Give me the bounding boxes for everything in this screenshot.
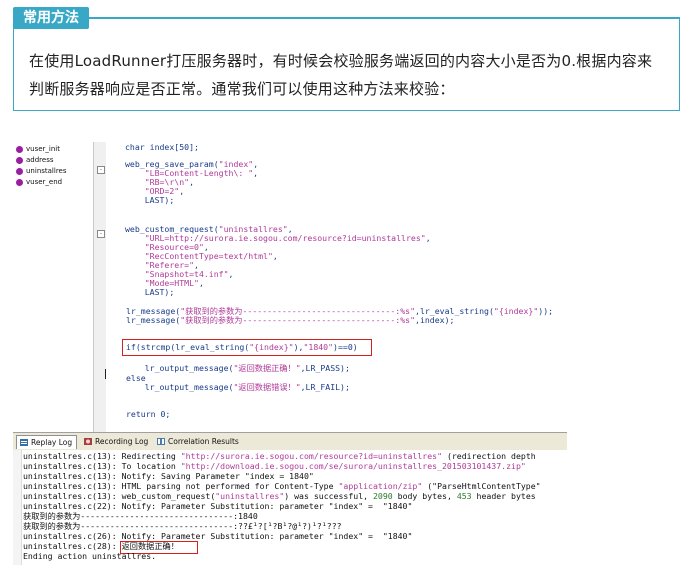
code-line: lr_output_message("返回数据错误！",LR_FAIL); xyxy=(144,382,350,392)
record-icon xyxy=(84,438,92,445)
tab-correlation-results[interactable]: Correlation Results xyxy=(154,435,243,448)
code-line: lr_message("获取到的参数为---------------------… xyxy=(126,315,455,325)
collapse-icon[interactable]: - xyxy=(97,230,105,238)
tree-item-vuser-end[interactable]: vuser_end xyxy=(16,177,62,188)
code-line: LAST); xyxy=(144,195,175,205)
tip-line-2: 判断服务器响应是否正常。通常我们可以使用这种方法来校验： xyxy=(29,80,455,98)
tree-item-vuser-init[interactable]: vuser_init xyxy=(16,144,60,155)
code-line: lr_output_message("返回数据正确！",LR_PASS); xyxy=(144,363,350,373)
output-tabs: Replay Log Recording Log Correlation Res… xyxy=(13,432,567,451)
tip-title: 常用方法 xyxy=(13,7,89,29)
log-icon xyxy=(20,439,28,446)
action-tree: vuser_init address uninstallres vuser_en… xyxy=(13,142,93,432)
correlation-icon xyxy=(157,438,165,445)
action-icon xyxy=(16,156,23,164)
editor-gutter xyxy=(94,142,106,432)
collapse-icon[interactable]: - xyxy=(97,166,105,174)
tree-item-address[interactable]: address xyxy=(16,155,54,166)
loadrunner-screenshot: vuser_init address uninstallres vuser_en… xyxy=(13,142,567,565)
tip-line-1: 在使用LoadRunner打压服务器时，有时候会校验服务端返回的内容大小是否为0… xyxy=(29,52,653,70)
log-line: Ending action uninstallres. xyxy=(23,551,157,561)
script-editor[interactable]: char index[50]; web_reg_save_param("inde… xyxy=(122,142,565,432)
action-icon xyxy=(16,145,23,153)
tree-item-uninstallres[interactable]: uninstallres xyxy=(16,166,67,177)
tab-replay-log[interactable]: Replay Log xyxy=(16,435,78,449)
tab-recording-log[interactable]: Recording Log xyxy=(81,435,152,448)
action-icon xyxy=(16,178,23,186)
code-line: LAST); xyxy=(144,287,175,297)
code-line: char index[50]; xyxy=(125,142,199,152)
highlight-box xyxy=(122,339,372,356)
text-caret xyxy=(105,369,106,379)
replay-log-output[interactable]: uninstallres.c(13): Redirecting "http://… xyxy=(13,450,567,565)
code-line: return 0; xyxy=(126,409,171,419)
log-gutter xyxy=(13,450,22,565)
tip-text: 在使用LoadRunner打压服务器时，有时候会校验服务端返回的内容大小是否为0… xyxy=(29,47,669,103)
action-icon xyxy=(16,167,23,175)
